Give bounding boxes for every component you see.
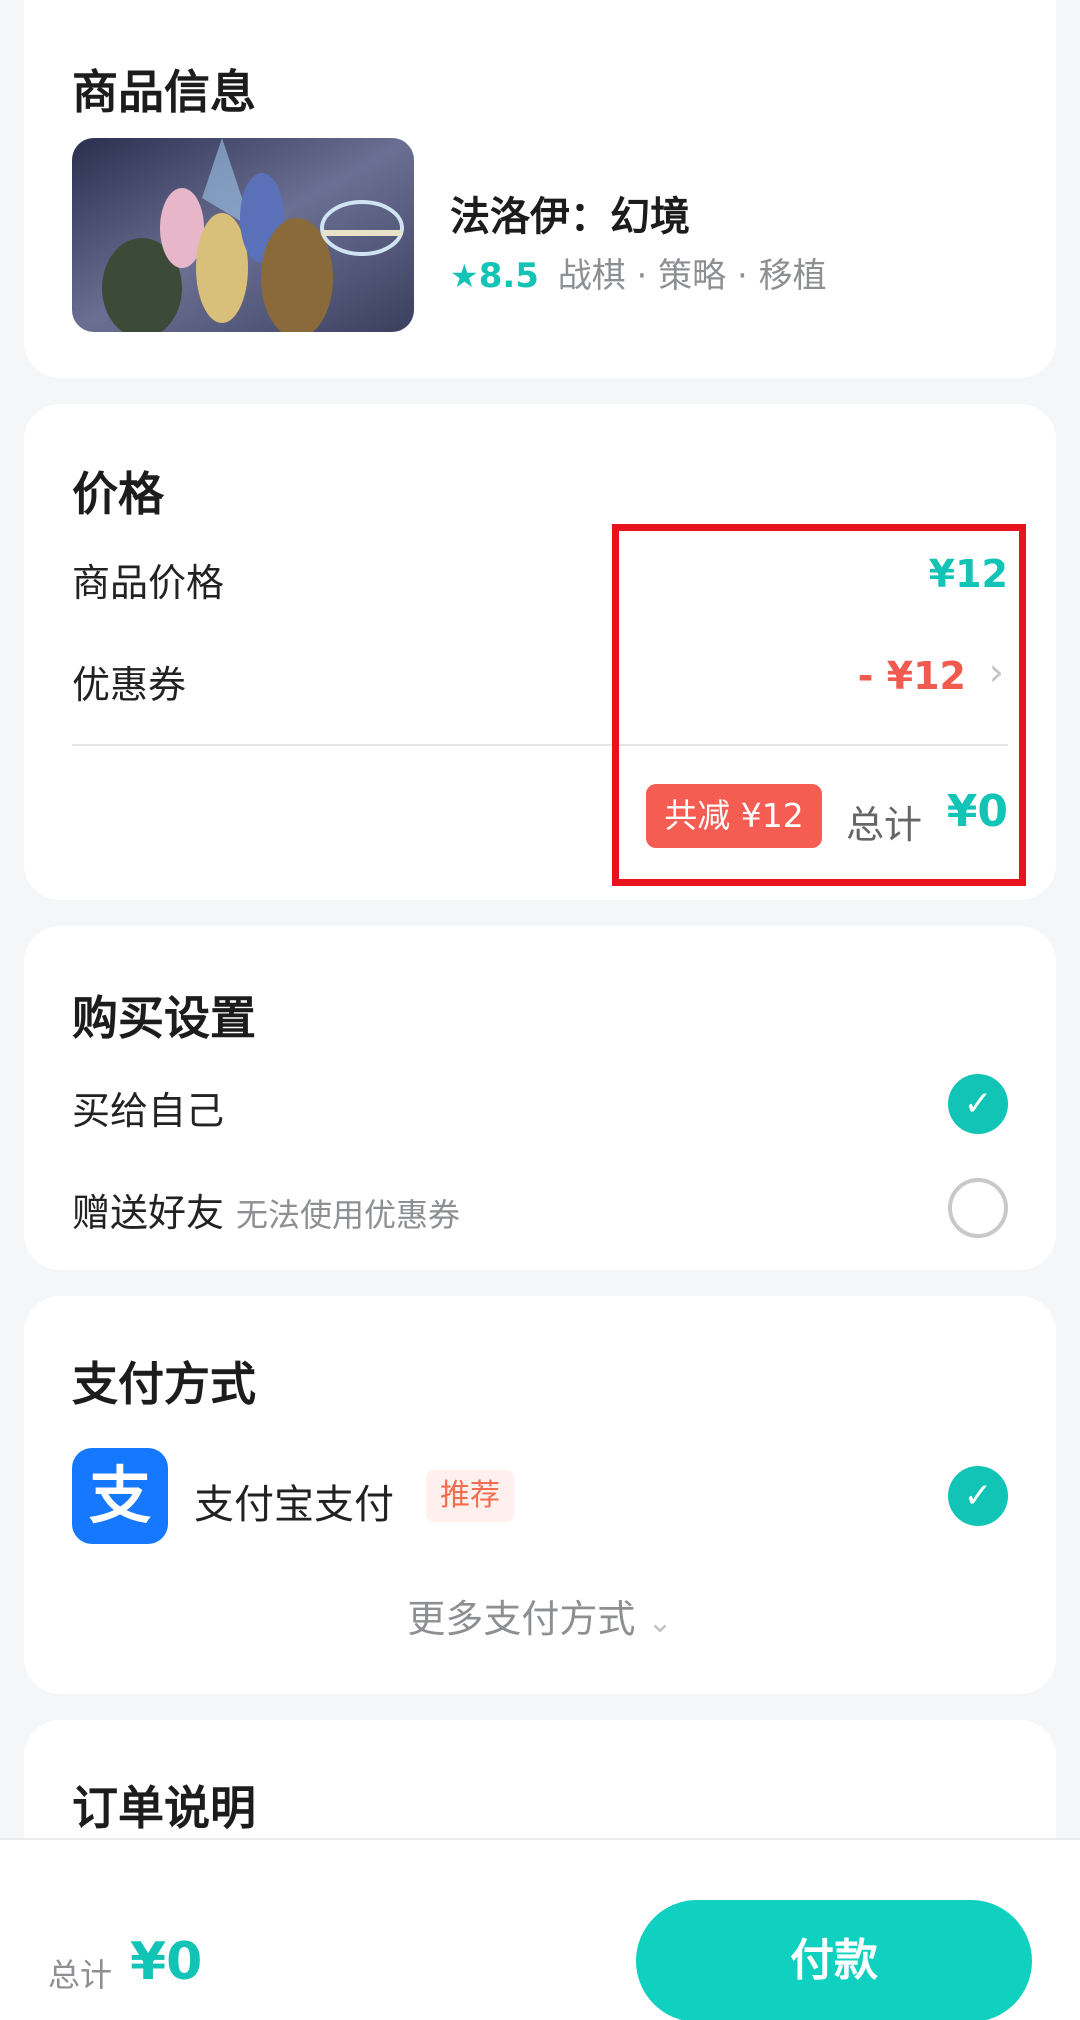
order-section-title: 订单说明 (72, 1781, 256, 1835)
bottom-bar: 总计 ¥0 付款 (0, 1838, 1080, 2020)
more-payment-label: 更多支付方式 (407, 1597, 636, 1641)
star-icon: ★ (450, 257, 479, 295)
game-cover-image[interactable] (72, 138, 414, 332)
gift-friend-note: 无法使用优惠券 (236, 1196, 461, 1234)
payment-section-title: 支付方式 (72, 1357, 256, 1411)
payment-method-card: 支付方式 支 支付宝支付 推荐 ✓ 更多支付方式 ⌄ (24, 1296, 1056, 1694)
game-rating: 8.5 (478, 256, 539, 296)
game-meta: ★8.5 战棋 · 策略 · 移植 (450, 248, 827, 297)
item-price-label: 商品价格 (72, 561, 225, 605)
purchase-section-title: 购买设置 (72, 991, 256, 1045)
alipay-icon: 支 (72, 1448, 168, 1544)
buy-for-self-label[interactable]: 买给自己 (72, 1080, 224, 1135)
alipay-check-icon[interactable]: ✓ (948, 1466, 1008, 1526)
gift-friend-row[interactable]: 赠送好友 无法使用优惠券 (72, 1182, 460, 1237)
product-section-title: 商品信息 (72, 65, 256, 119)
coupon-label[interactable]: 优惠券 (72, 654, 186, 709)
payment-method-name[interactable]: 支付宝支付 (194, 1472, 394, 1530)
bottom-total-value: ¥0 (130, 1932, 203, 1992)
gift-friend-radio[interactable] (948, 1178, 1008, 1238)
game-title: 法洛伊：幻境 (450, 194, 690, 240)
game-tags: 战棋 · 策略 · 移植 (557, 256, 827, 296)
purchase-settings-card: 购买设置 买给自己 ✓ 赠送好友 无法使用优惠券 (24, 926, 1056, 1270)
more-payment-methods[interactable]: 更多支付方式 ⌄ (24, 1588, 1056, 1643)
chevron-down-icon: ⌄ (647, 1605, 673, 1640)
buy-for-self-check-icon[interactable]: ✓ (948, 1074, 1008, 1134)
recommended-badge: 推荐 (426, 1470, 514, 1522)
product-info-card: 商品信息 法洛伊：幻境 ★8.5 战棋 · 策略 · 移植 (24, 0, 1056, 378)
price-section-title: 价格 (72, 467, 164, 521)
pay-button[interactable]: 付款 (636, 1900, 1032, 2020)
highlight-box (612, 524, 1026, 886)
bottom-total-label: 总计 (48, 1956, 113, 1994)
gift-friend-label: 赠送好友 (72, 1191, 225, 1235)
